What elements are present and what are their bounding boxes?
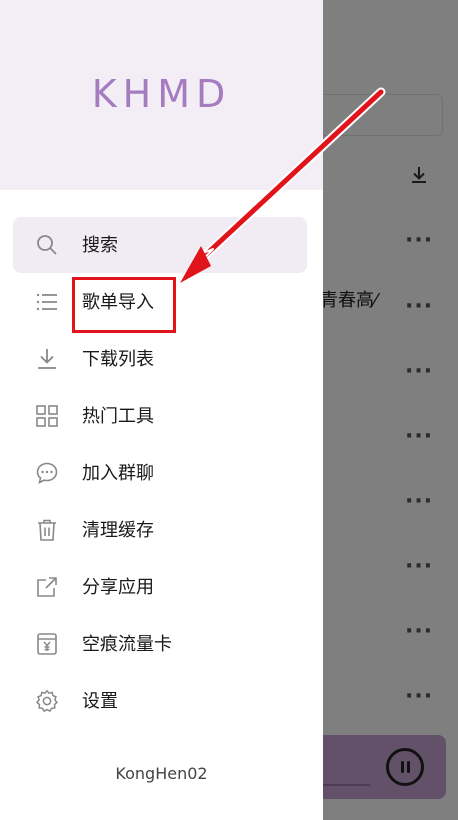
gear-icon (36, 689, 58, 713)
share-icon (37, 577, 57, 597)
drawer-footer: KongHen02 (115, 764, 208, 783)
download-icon (38, 349, 56, 369)
menu-item-share-app[interactable]: 分享应用 (13, 559, 307, 615)
menu-item-search[interactable]: 搜索 (13, 217, 307, 273)
menu-item-clear-cache[interactable]: 清理缓存 (13, 502, 307, 558)
menu-item-label: 设置 (82, 691, 118, 712)
grid-icon (36, 405, 58, 427)
app-title: KHMD (91, 72, 232, 116)
menu-item-label: 热门工具 (82, 406, 154, 427)
menu-item-label: 空痕流量卡 (82, 634, 172, 655)
search-icon (37, 235, 57, 255)
menu-item-label: 分享应用 (82, 577, 154, 598)
menu-item-label: 搜索 (82, 235, 118, 256)
menu-item-hot-tools[interactable]: 热门工具 (13, 388, 307, 444)
list-icon (36, 293, 57, 311)
menu-item-label: 清理缓存 (82, 520, 154, 541)
drawer-header: KHMD (0, 0, 323, 190)
navigation-drawer: KHMD 搜索 歌单导入 下载列表 热门工具 加入群聊 清理缓存 分享应用 空痕… (0, 0, 323, 820)
menu-item-join-group-chat[interactable]: 加入群聊 (13, 445, 307, 501)
menu-item-label: 下载列表 (82, 349, 154, 370)
menu-item-label: 加入群聊 (82, 463, 154, 484)
annotation-highlight-box (72, 277, 176, 333)
sim-card-icon (37, 633, 57, 655)
menu-item-settings[interactable]: 设置 (13, 673, 307, 729)
menu-item-download-list[interactable]: 下载列表 (13, 331, 307, 387)
trash-icon (38, 519, 56, 541)
menu-item-data-card[interactable]: 空痕流量卡 (13, 616, 307, 672)
chat-bubble-icon (36, 462, 58, 484)
